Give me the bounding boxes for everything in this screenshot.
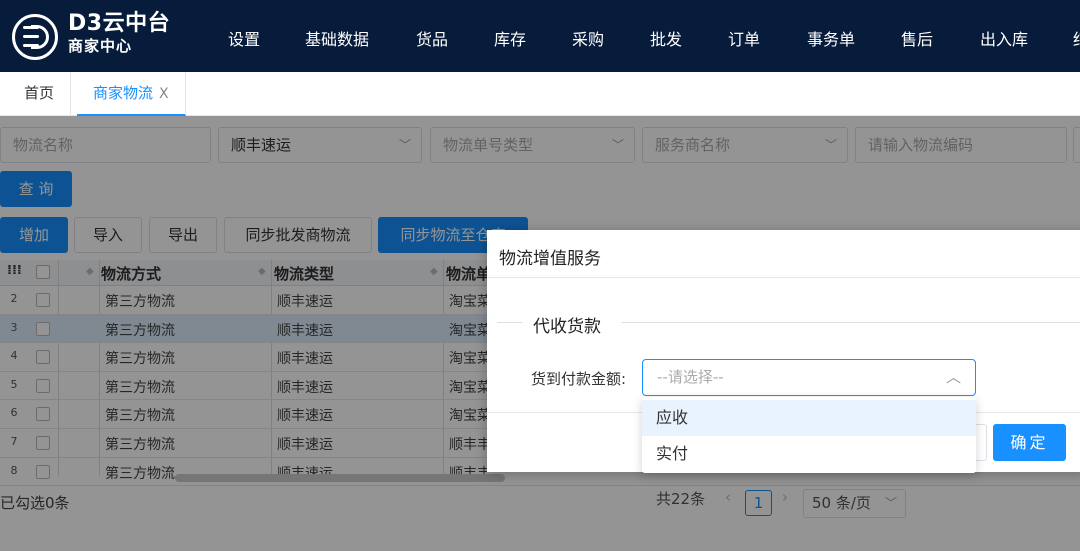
- tab-merchant-logistics-label: 商家物流: [93, 84, 154, 102]
- option-receivable[interactable]: 应收: [642, 400, 976, 436]
- nav-item-basic-data[interactable]: 基础数据: [305, 26, 369, 50]
- nav-item-wholesale[interactable]: 批发: [650, 26, 682, 50]
- nav-item-inventory[interactable]: 库存: [494, 26, 526, 50]
- confirm-button[interactable]: 确定: [993, 424, 1066, 461]
- cod-amount-placeholder: --请选择--: [657, 368, 724, 386]
- chevron-up-icon: ︿: [945, 368, 961, 386]
- section-divider: [621, 322, 1080, 323]
- cod-amount-dropdown: 应收 实付: [642, 397, 976, 473]
- brand-title: D3云中台: [68, 11, 171, 36]
- tab-home-label: 首页: [24, 84, 55, 102]
- nav-item-stock-in-out[interactable]: 出入库: [980, 26, 1028, 50]
- nav-item-affairs[interactable]: 事务单: [807, 26, 855, 50]
- tab-home[interactable]: 首页: [8, 72, 72, 116]
- nav-item-goods[interactable]: 货品: [416, 26, 448, 50]
- option-actual-paid[interactable]: 实付: [642, 436, 976, 472]
- nav-item-more[interactable]: 结: [1073, 26, 1080, 50]
- nav-item-orders[interactable]: 订单: [728, 26, 760, 50]
- page-tab-bar: 首页 商家物流 X: [0, 72, 1080, 116]
- brand-name: D3云中台 商家中心: [68, 11, 171, 56]
- dialog-header: 物流增值服务: [487, 230, 1080, 278]
- cod-amount-select[interactable]: --请选择-- ︿: [642, 359, 976, 396]
- nav-item-settings[interactable]: 设置: [228, 26, 260, 50]
- section-divider: [497, 322, 523, 323]
- top-navbar: D3云中台 商家中心 设置 基础数据 货品 库存 采购 批发 订单 事务单 售后…: [0, 0, 1080, 72]
- brand-subtitle: 商家中心: [68, 37, 133, 56]
- nav-item-purchase[interactable]: 采购: [572, 26, 604, 50]
- section-title: 代收货款: [533, 317, 601, 337]
- close-icon[interactable]: X: [159, 86, 169, 102]
- cod-amount-label: 货到付款金额:: [531, 370, 627, 388]
- dialog-title: 物流增值服务: [499, 249, 601, 269]
- nav-item-after-sales[interactable]: 售后: [901, 26, 933, 50]
- tab-merchant-logistics[interactable]: 商家物流 X: [77, 72, 186, 116]
- brand-logo-icon: [12, 14, 58, 60]
